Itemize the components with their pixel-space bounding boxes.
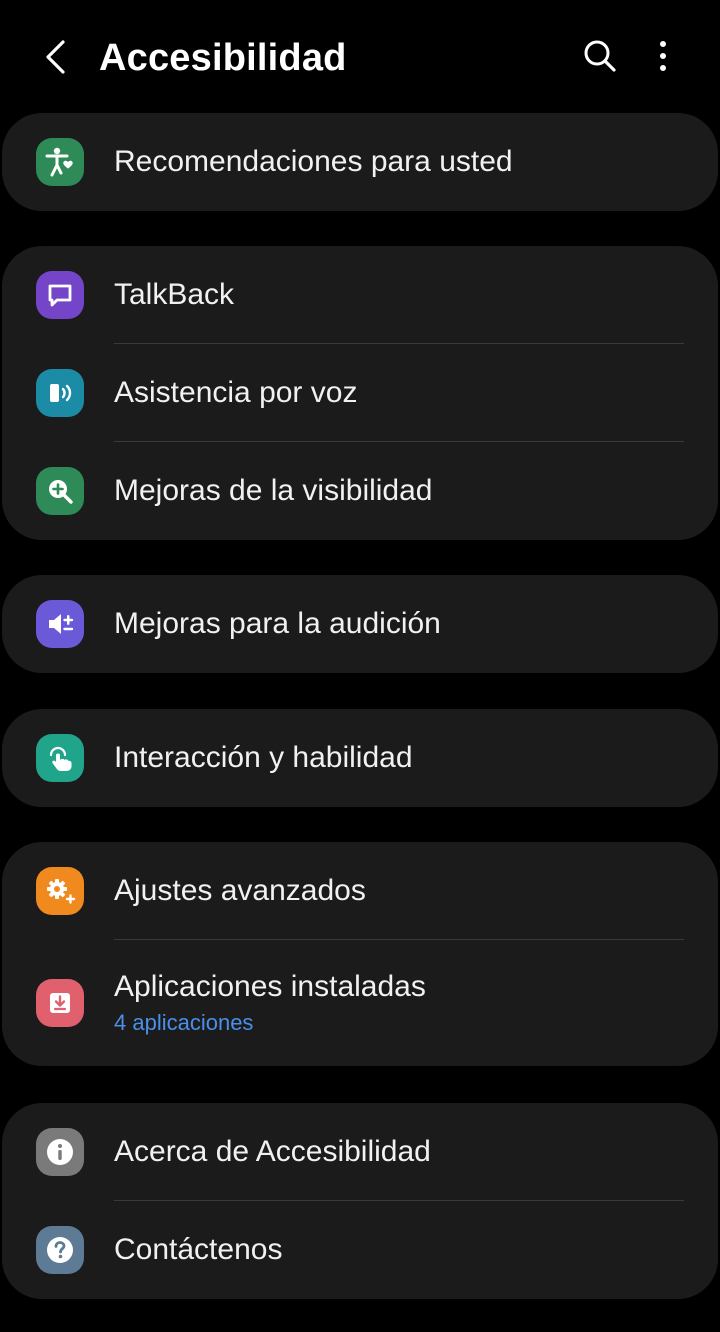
settings-item-advanced-settings[interactable]: Ajustes avanzados — [2, 842, 718, 940]
settings-item-talkback[interactable]: TalkBack — [2, 246, 718, 344]
settings-group-about: Acerca de Accesibilidad Contáctenos — [2, 1103, 718, 1299]
settings-item-label: Mejoras de la visibilidad — [114, 474, 433, 507]
help-question-icon — [36, 1226, 84, 1274]
settings-group-advanced: Ajustes avanzados Aplicaciones instalada… — [2, 842, 718, 1066]
settings-item-label: Ajustes avanzados — [114, 874, 366, 907]
settings-item-sublabel: 4 aplicaciones — [114, 1010, 254, 1035]
settings-item-label: TalkBack — [114, 278, 235, 311]
settings-item-visibility[interactable]: Mejoras de la visibilidad — [2, 442, 718, 540]
page-title: Accesibilidad — [99, 37, 347, 79]
settings-item-label: Mejoras para la audición — [114, 607, 441, 640]
settings-item-label: Aplicaciones instaladas — [114, 970, 426, 1003]
settings-item-label: Interacción y habilidad — [114, 741, 413, 774]
search-button[interactable] — [576, 32, 624, 80]
top-app-bar: Accesibilidad — [0, 0, 720, 112]
voice-assistance-icon — [36, 369, 84, 417]
settings-item-installed-apps[interactable]: Aplicaciones instaladas 4 aplicaciones — [2, 940, 718, 1066]
search-icon — [584, 40, 616, 72]
settings-item-hearing[interactable]: Mejoras para la audición — [2, 575, 718, 673]
zoom-in-icon — [36, 467, 84, 515]
info-icon — [36, 1128, 84, 1176]
settings-group-vision: TalkBack Asistencia por voz Mejoras de l… — [2, 246, 718, 540]
settings-item-recommendations[interactable]: Recomendaciones para usted — [2, 113, 718, 211]
settings-group-hearing: Mejoras para la audición — [2, 575, 718, 673]
chevron-left-icon — [46, 40, 65, 74]
settings-item-label: Contáctenos — [114, 1233, 283, 1266]
settings-item-label: Recomendaciones para usted — [114, 145, 513, 178]
settings-group-recommendations: Recomendaciones para usted — [2, 113, 718, 211]
settings-item-voice-assistance[interactable]: Asistencia por voz — [2, 344, 718, 442]
more-vertical-icon — [660, 41, 666, 71]
settings-item-contact[interactable]: Contáctenos — [2, 1201, 718, 1299]
settings-group-interaction: Interacción y habilidad — [2, 709, 718, 807]
settings-item-label: Asistencia por voz — [114, 376, 358, 409]
more-options-button[interactable] — [640, 32, 686, 80]
touch-hand-icon — [36, 734, 84, 782]
back-button[interactable] — [30, 32, 80, 82]
talkback-chat-icon — [36, 271, 84, 319]
download-box-icon — [36, 979, 84, 1027]
accessibility-heart-icon — [36, 138, 84, 186]
settings-item-interaction[interactable]: Interacción y habilidad — [2, 709, 718, 807]
gear-plus-icon — [36, 867, 84, 915]
settings-item-about[interactable]: Acerca de Accesibilidad — [2, 1103, 718, 1201]
volume-adjust-icon — [36, 600, 84, 648]
settings-item-label: Acerca de Accesibilidad — [114, 1135, 431, 1168]
